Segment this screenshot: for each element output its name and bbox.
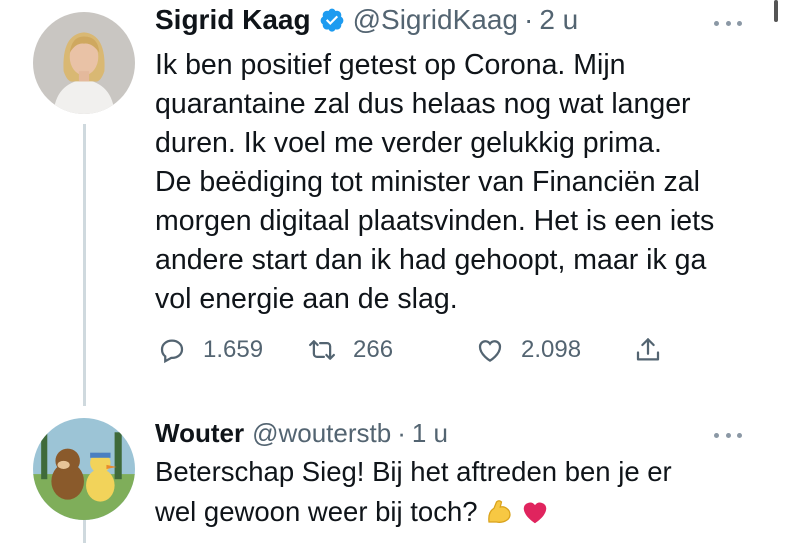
author-handle[interactable]: @SigridKaag: [353, 4, 518, 36]
reply-count: 1.659: [203, 336, 264, 363]
tweet-actions: 1.659 266 2.098: [157, 330, 663, 370]
retweet-count: 266: [353, 336, 394, 363]
tweet-time[interactable]: 2 u: [539, 4, 578, 36]
tweet-text-2: Beterschap Sieg! Bij het aftreden ben je…: [155, 456, 672, 527]
more-options-icon-2[interactable]: [714, 430, 742, 440]
tweet-text-2-wrap: Beterschap Sieg! Bij het aftreden ben je…: [155, 452, 755, 532]
tweet-sigrid-kaag[interactable]: Sigrid Kaag @SigridKaag · 2 u Ik ben pos…: [0, 0, 790, 406]
verified-badge-icon: [320, 8, 343, 32]
thread-line-bottom: [83, 520, 86, 543]
like-icon: [478, 340, 502, 362]
separator-dot: ·: [524, 4, 534, 35]
tweet-time-2[interactable]: 1 u: [412, 418, 448, 449]
more-options-icon[interactable]: [714, 18, 742, 28]
like-button[interactable]: 2.098: [475, 335, 633, 365]
share-icon: [636, 338, 660, 361]
tweet-header: Sigrid Kaag @SigridKaag · 2 u: [155, 2, 578, 38]
avatar-wouter[interactable]: [33, 418, 135, 520]
scrollbar[interactable]: [774, 0, 778, 22]
author-name[interactable]: Sigrid Kaag: [155, 4, 311, 36]
separator-dot-2: ·: [397, 417, 406, 448]
red-heart-emoji: [523, 502, 546, 524]
reply-button[interactable]: 1.659: [157, 335, 307, 365]
like-count: 2.098: [521, 336, 582, 363]
tweet-text: Ik ben positief getest op Corona. Mijn q…: [155, 49, 715, 315]
share-button[interactable]: [633, 335, 663, 365]
flexed-biceps-emoji: [487, 500, 511, 523]
retweet-button[interactable]: 266: [307, 335, 475, 365]
reply-icon: [160, 339, 184, 364]
author-handle-2[interactable]: @wouterstb: [252, 418, 391, 449]
thread-line: [83, 124, 86, 406]
avatar-sigrid-kaag[interactable]: [33, 12, 135, 114]
tweet-header-2: Wouter @wouterstb · 1 u: [155, 416, 448, 450]
retweet-icon: [309, 340, 335, 360]
author-name-2[interactable]: Wouter: [155, 418, 244, 449]
